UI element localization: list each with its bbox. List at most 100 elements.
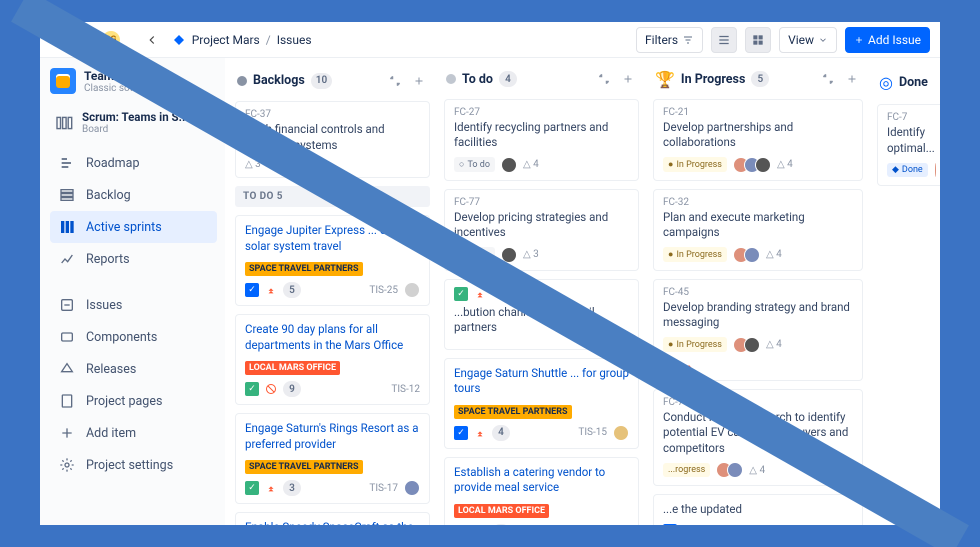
issue-title: Engage Saturn's Rings Resort as a prefer… (245, 421, 420, 452)
back-button[interactable] (140, 28, 164, 52)
project-switcher[interactable]: ...st Mars SG (50, 31, 120, 49)
issue-title: ...e the updated (663, 502, 853, 518)
filters-button[interactable]: Filters (636, 27, 703, 53)
grid-view-button[interactable] (745, 27, 771, 53)
issue-card[interactable]: FC-77 Develop pricing strategies and inc… (444, 189, 639, 271)
story-points: 5 (283, 282, 301, 298)
sidebar-item-backlog[interactable]: Backlog (50, 179, 217, 211)
sidebar-item-issues[interactable]: Issues (50, 289, 217, 321)
issue-card[interactable]: Engage Saturn Shuttle ... for group tour… (444, 358, 639, 449)
sidebar-item-add-item[interactable]: Add item (50, 417, 217, 449)
assignee-stack (733, 337, 760, 353)
sidebar-item-project-pages[interactable]: Project pages (50, 385, 217, 417)
status-dot-icon (446, 74, 456, 84)
story-points: 4 (492, 524, 510, 525)
status-pill: ○ To do (454, 247, 495, 262)
sidebar-item-label: Reports (86, 252, 130, 267)
releases-icon (58, 360, 76, 378)
sidebar-item-reports[interactable]: Reports (50, 243, 217, 275)
issue-card[interactable]: Engage Jupiter Express ... outer solar s… (235, 215, 430, 306)
issue-key: TIS-15 (578, 427, 607, 438)
collapse-icon[interactable] (819, 70, 837, 88)
checkbox-icon: ✓ (454, 426, 468, 440)
issue-title: Establish a catering vendor to provide m… (454, 465, 629, 496)
sidebar: Teams in Sp... Classic software pr... Sc… (40, 58, 225, 525)
filters-label: Filters (645, 33, 678, 47)
issue-card[interactable]: FC-45 Develop branding strategy and bran… (653, 279, 863, 381)
issue-card[interactable]: FC-78 Conduct market research to identif… (653, 389, 863, 487)
issue-card[interactable]: ...e the updated ✓ (653, 494, 863, 525)
view-button[interactable]: View (779, 27, 837, 53)
list-view-button[interactable] (711, 27, 737, 53)
sidebar-item-project-settings[interactable]: Project settings (50, 449, 217, 481)
issue-id: FC-37 (245, 109, 420, 120)
column-title: To do (462, 72, 493, 87)
breadcrumb-section[interactable]: Issues (277, 33, 312, 47)
issue-tag: SPACE TRAVEL PARTNERS (245, 262, 363, 276)
story-points: 3 (283, 480, 301, 496)
issue-card[interactable]: Create 90 day plans for all departments … (235, 314, 430, 405)
board-icon (54, 115, 74, 131)
collapse-icon[interactable] (595, 70, 613, 88)
issue-title: Identify recycling partners and faciliti… (454, 120, 629, 151)
assignee-avatar (404, 282, 420, 298)
assignee-avatar (501, 157, 517, 173)
issue-card[interactable]: Engage Saturn's Rings Resort as a prefer… (235, 413, 430, 504)
add-card-icon[interactable] (410, 72, 428, 90)
issue-key: TIS-17 (369, 483, 398, 494)
add-card-icon[interactable] (843, 70, 861, 88)
priority-meta: △ 4 (749, 465, 765, 476)
issue-id: FC-7 (887, 112, 937, 123)
arrow-left-icon (145, 33, 159, 47)
issue-title: Conduct market research to identify pote… (663, 410, 853, 457)
sidebar-item-label: Project pages (86, 394, 162, 409)
sidebar-item-label: Backlog (86, 188, 131, 203)
backlog-icon (58, 186, 76, 204)
collapse-icon[interactable] (386, 72, 404, 90)
sidebar-item-components[interactable]: Components (50, 321, 217, 353)
issue-tag: LOCAL MARS OFFICE (454, 504, 549, 518)
issue-card[interactable]: FC-7 Identify optimal... ◆ Done (877, 104, 940, 186)
blocked-icon (265, 383, 277, 395)
breadcrumb-project[interactable]: Project Mars (192, 33, 260, 47)
sprints-icon (58, 218, 76, 236)
priority-highest-icon (474, 288, 486, 300)
assignee-stack (733, 247, 760, 263)
add-issue-label: Add Issue (868, 33, 921, 47)
status-pill: ○ To do (454, 157, 495, 172)
issue-card[interactable]: ✓ ...bution channels and retail partners (444, 279, 639, 350)
story-points: 9 (283, 381, 301, 397)
board-selector[interactable]: Scrum: Teams in S... Board (50, 104, 217, 141)
issue-card[interactable]: Enable Speedy SpaceCraft as the preferre… (235, 512, 430, 525)
add-issue-button[interactable]: Add Issue (845, 27, 930, 53)
issue-id: FC-32 (663, 197, 853, 208)
sidebar-item-label: Releases (86, 362, 136, 377)
issue-card[interactable]: Establish a catering vendor to provide m… (444, 457, 639, 525)
project-header[interactable]: Teams in Sp... Classic software pr... (50, 68, 217, 94)
section-header: TO DO 5 (235, 186, 430, 207)
checkbox-icon: ✓ (663, 524, 677, 525)
chevron-down-icon (818, 35, 828, 45)
topbar: ...st Mars SG Project Mars / Issues Filt… (40, 22, 940, 58)
priority-meta: △ 4 (523, 159, 539, 170)
sidebar-item-active-sprints[interactable]: Active sprints (50, 211, 217, 243)
trophy-icon: 🏆 (655, 70, 675, 89)
issue-card[interactable]: FC-32 Plan and execute marketing campaig… (653, 189, 863, 271)
issue-card[interactable]: FC-21 Develop partnerships and collabora… (653, 99, 863, 181)
sidebar-item-roadmap[interactable]: Roadmap (50, 147, 217, 179)
issue-title: Develop branding strategy and brand mess… (663, 300, 853, 331)
issue-title: Engage Saturn Shuttle ... for group tour… (454, 366, 629, 397)
column-title: Backlogs (253, 73, 305, 88)
issue-card[interactable]: FC-37 ...lish financial controls and rep… (235, 101, 430, 178)
column-title: Done (899, 75, 928, 90)
view-label: View (788, 33, 814, 47)
chevron-down-icon (203, 118, 213, 128)
column-count: 4 (499, 71, 517, 87)
issue-card[interactable]: FC-27 Identify recycling partners and fa… (444, 99, 639, 181)
status-pill: ● In Progress (663, 157, 727, 172)
add-card-icon[interactable] (619, 70, 637, 88)
issue-title: Plan and execute marketing campaigns (663, 210, 853, 241)
sidebar-item-releases[interactable]: Releases (50, 353, 217, 385)
gear-icon (58, 456, 76, 474)
issue-id: FC-78 (663, 397, 853, 408)
